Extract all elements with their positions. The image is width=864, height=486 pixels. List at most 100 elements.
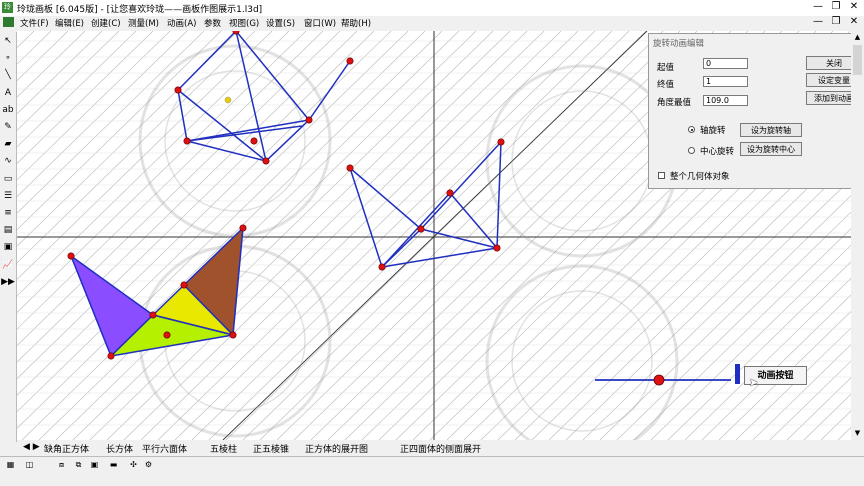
app-icon: 玲 xyxy=(2,2,13,13)
grid-line xyxy=(17,31,239,247)
menu-edit[interactable]: 编辑(E) xyxy=(55,17,84,29)
vertex-point[interactable] xyxy=(497,138,505,146)
doc-close-button[interactable]: ✕ xyxy=(848,16,860,28)
crown-edge xyxy=(186,125,303,142)
screen-icon[interactable]: ▬ xyxy=(108,459,119,470)
grid-tool-icon[interactable]: ▤ xyxy=(1,223,15,237)
eraser-tool-icon[interactable]: ▰ xyxy=(1,137,15,151)
end-label: 终值 xyxy=(657,80,675,90)
line-tool-icon[interactable]: ╲ xyxy=(1,68,15,82)
vertex-point[interactable] xyxy=(180,281,188,289)
start-value-input[interactable] xyxy=(703,58,748,69)
grid-view-icon[interactable]: ▦ xyxy=(5,459,16,470)
pencil-tool-icon[interactable]: ✎ xyxy=(1,120,15,134)
scroll-up-icon[interactable]: ▲ xyxy=(851,31,864,43)
animation-slider-knob[interactable] xyxy=(653,374,665,386)
select-tool-icon[interactable]: ↖ xyxy=(1,34,15,48)
axis-rotation-label: 轴旋转 xyxy=(700,126,726,136)
grid-line xyxy=(17,31,137,148)
vertex-point[interactable] xyxy=(305,116,313,124)
whole-object-checkbox[interactable] xyxy=(658,172,665,179)
text-tool-icon[interactable]: A xyxy=(1,86,15,100)
watermark-seal xyxy=(138,44,332,238)
chart-tool-icon[interactable]: 📈 xyxy=(1,258,15,272)
axis-rotation-radio[interactable] xyxy=(688,126,695,133)
vertex-point[interactable] xyxy=(107,352,115,360)
vertex-point[interactable] xyxy=(346,57,354,65)
center-rotation-radio[interactable] xyxy=(688,147,695,154)
angle-value-input[interactable] xyxy=(703,95,748,106)
vertex-point[interactable] xyxy=(446,189,454,197)
curve-tool-icon[interactable]: ∿ xyxy=(1,154,15,168)
label-tool-icon[interactable]: ab xyxy=(1,103,15,117)
center-rotation-label: 中心旋转 xyxy=(700,147,735,157)
menu-parameters[interactable]: 参数 xyxy=(204,17,221,29)
list-tool-icon[interactable]: ≡ xyxy=(1,206,15,220)
vertex-point[interactable] xyxy=(262,157,270,165)
status-bar: ▦ ◫ ⧈ ⧉ ▣ ▬ ✣ ⚙ xyxy=(0,456,864,473)
end-value-input[interactable] xyxy=(703,76,748,87)
vertex-point[interactable] xyxy=(229,331,237,339)
bottom-strip xyxy=(0,472,864,486)
yellow-point[interactable] xyxy=(224,96,232,104)
rotation-animation-dialog: 旋转动画编辑 起值 终值 角度最值 轴旋转 中心旋转 整个几何体对象 关闭 设定… xyxy=(648,33,864,189)
menu-lines-tool-icon[interactable]: ☰ xyxy=(1,189,15,203)
angle-label: 角度最值 xyxy=(657,98,692,108)
minimize-window-button[interactable]: — xyxy=(812,1,824,13)
menu-measure[interactable]: 测量(M) xyxy=(128,17,159,29)
tab-page[interactable]: 平行六面体 xyxy=(142,442,187,455)
play-tool-icon[interactable]: ▶▶ xyxy=(1,275,15,289)
point-tool-icon[interactable]: ∘ xyxy=(1,51,15,65)
tab-page[interactable]: 缺角正方体 xyxy=(44,442,89,455)
center-edge xyxy=(349,167,383,268)
scroll-down-icon[interactable]: ▼ xyxy=(851,427,864,439)
layer-icon[interactable]: ◫ xyxy=(24,459,35,470)
cube-icon[interactable]: ⧈ xyxy=(56,459,67,470)
network-icon[interactable]: ✣ xyxy=(128,459,139,470)
vertex-point[interactable] xyxy=(346,164,354,172)
menu-view[interactable]: 视图(G) xyxy=(229,17,259,29)
vertex-point[interactable] xyxy=(149,311,157,319)
grid-line xyxy=(55,31,477,440)
doc-restore-button[interactable]: ❐ xyxy=(830,16,842,28)
menu-create[interactable]: 创建(C) xyxy=(91,17,121,29)
scrollbar-thumb[interactable] xyxy=(853,45,862,75)
vertex-point[interactable] xyxy=(163,331,171,339)
set-rotation-center-button[interactable]: 设为旋转中心 xyxy=(740,142,802,156)
menu-file[interactable]: 文件(F) xyxy=(20,17,49,29)
cube-stack-icon[interactable]: ⧉ xyxy=(73,459,84,470)
vertex-point[interactable] xyxy=(378,263,386,271)
tab-page[interactable]: 正五棱锥 xyxy=(253,442,289,455)
tab-page[interactable]: 五棱柱 xyxy=(210,442,237,455)
vertex-point[interactable] xyxy=(183,137,191,145)
tab-nav-icon[interactable]: ◀ ▶ xyxy=(23,442,40,452)
vertex-point[interactable] xyxy=(174,86,182,94)
page-tab-bar: ◀ ▶ 缺角正方体 长方体 平行六面体 五棱柱 正五棱锥 正方体的展开图 正四面… xyxy=(17,440,864,456)
grid-line xyxy=(17,31,307,313)
set-rotation-axis-button[interactable]: 设为旋转轴 xyxy=(740,123,802,137)
menu-window[interactable]: 窗口(W) xyxy=(304,17,336,29)
tab-page-active[interactable]: 正四面体的侧面展开 xyxy=(400,442,481,455)
vertex-point[interactable] xyxy=(67,252,75,260)
box-icon[interactable]: ▣ xyxy=(89,459,100,470)
title-bar: 玲 玲珑画板 [6.045版] - [让您喜欢玲珑——画板作图展示1.l3d] … xyxy=(0,0,864,16)
vertical-scrollbar[interactable]: ▲ ▼ xyxy=(851,31,864,440)
document-icon xyxy=(3,17,14,27)
color-tool-icon[interactable]: ▣ xyxy=(1,240,15,254)
dialog-title: 旋转动画编辑 xyxy=(653,39,705,49)
vertex-point[interactable] xyxy=(250,137,258,145)
menu-animation[interactable]: 动画(A) xyxy=(167,17,196,29)
menu-settings[interactable]: 设置(S) xyxy=(266,17,295,29)
doc-minimize-button[interactable]: — xyxy=(812,16,824,28)
menu-help[interactable]: 帮助(H) xyxy=(341,17,371,29)
gear-icon[interactable]: ⚙ xyxy=(143,459,154,470)
center-edge xyxy=(349,167,422,230)
vertex-point[interactable] xyxy=(239,224,247,232)
close-window-button[interactable]: ✕ xyxy=(848,1,860,13)
vertex-point[interactable] xyxy=(493,244,501,252)
tab-page[interactable]: 正方体的展开图 xyxy=(305,442,368,455)
rectangle-tool-icon[interactable]: ▭ xyxy=(1,172,15,186)
vertex-point[interactable] xyxy=(417,225,425,233)
maximize-window-button[interactable]: ❐ xyxy=(830,1,842,13)
tab-page[interactable]: 长方体 xyxy=(106,442,133,455)
